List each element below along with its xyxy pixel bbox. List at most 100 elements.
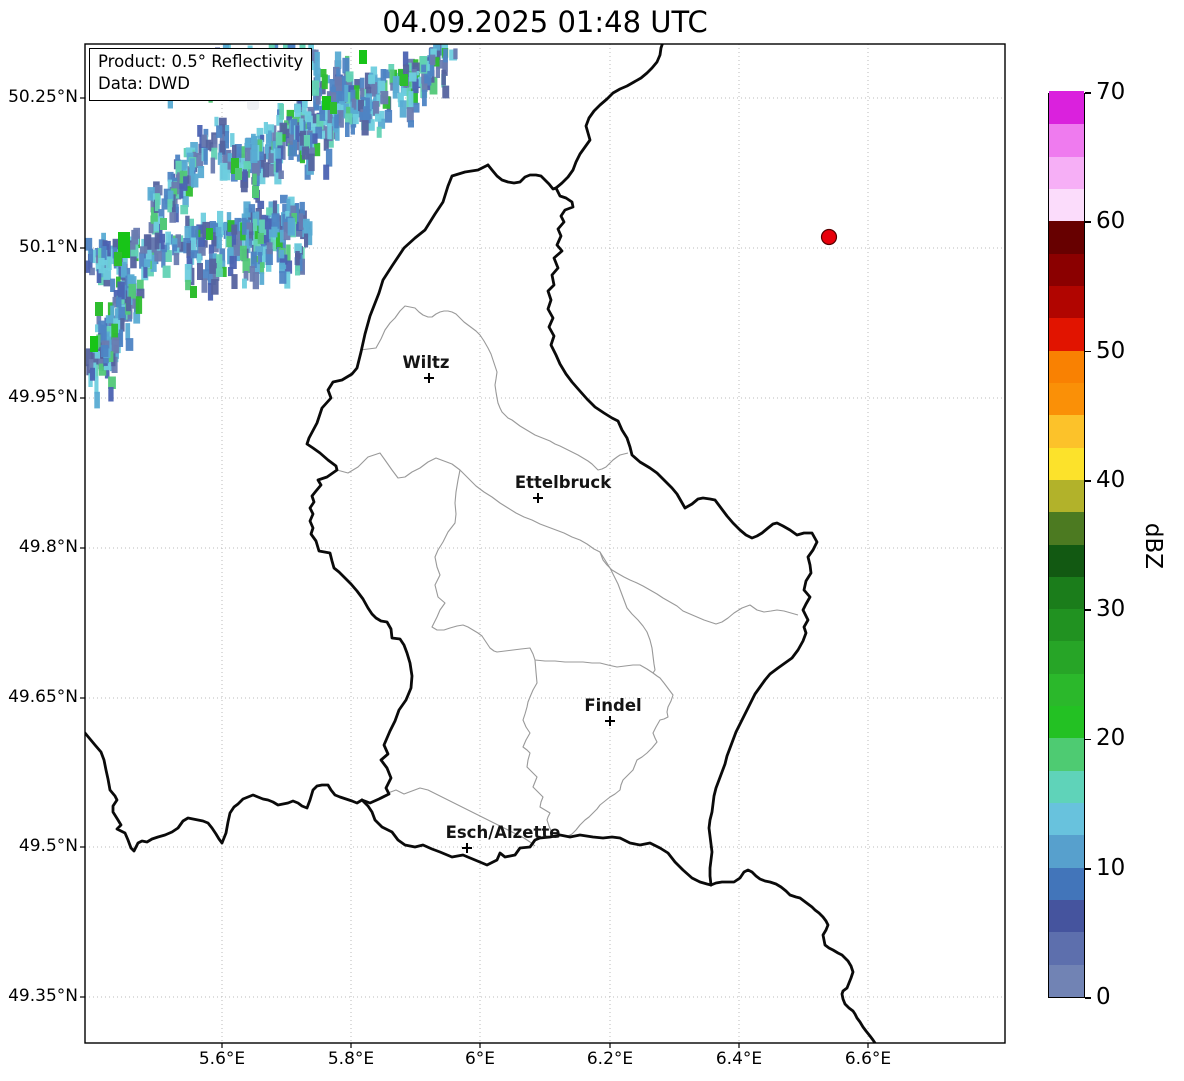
echo-cell: [242, 278, 247, 289]
colorbar-segment: [1049, 543, 1084, 577]
echo-cell: [189, 158, 195, 171]
colorbar-segment: [1049, 673, 1084, 707]
colorbar-segment: [1049, 608, 1084, 642]
echo-cell: [279, 249, 285, 259]
echo-cell: [90, 367, 95, 381]
echo-cell: [286, 198, 291, 213]
y-tick-label: 49.95°N: [8, 387, 78, 407]
y-tick-label: 49.8°N: [18, 537, 78, 557]
echo-cell: [214, 116, 219, 127]
colorbar-tick-mark: [1085, 867, 1091, 870]
echo-cell: [384, 110, 393, 123]
echo-cell: [336, 68, 341, 77]
radar-site-dot: [820, 228, 838, 246]
echo-cell: [325, 148, 333, 167]
echo-cell: [402, 51, 409, 67]
echo-cell: [271, 213, 280, 229]
x-tick-label: 5.6°E: [198, 1049, 246, 1069]
echo-cell: [314, 67, 321, 83]
echo-cell: [190, 173, 199, 188]
echo-cell: [222, 222, 227, 231]
echo-cell: [133, 312, 141, 324]
echo-cell-strong: [252, 186, 259, 198]
echo-cell: [111, 337, 120, 354]
x-tick-label: 6°E: [464, 1049, 496, 1069]
echo-cell: [128, 283, 136, 299]
echo-cell: [172, 244, 178, 252]
echo-cell: [250, 149, 258, 163]
echo-cell: [167, 199, 172, 213]
colorbar-axis-label: dBZ: [1140, 522, 1166, 570]
echo-cell: [130, 242, 136, 250]
echo-cell: [125, 323, 131, 341]
colorbar-segment: [1049, 446, 1084, 480]
echo-cell: [314, 51, 320, 70]
echo-cell: [215, 268, 223, 277]
colorbar-segment: [1049, 576, 1084, 610]
echo-cell: [312, 80, 319, 96]
echo-cell: [392, 76, 400, 94]
echo-cell: [250, 251, 257, 268]
map-plot: Wiltz Ettelbruck Findel Esch/Alzette: [80, 43, 1006, 1048]
echo-cell: [453, 48, 458, 60]
x-tick-label: 5.8°E: [327, 1049, 375, 1069]
echo-cell: [249, 266, 255, 282]
echo-cell: [94, 351, 100, 359]
echo-cell: [161, 250, 166, 268]
echo-cell: [130, 256, 137, 269]
echo-cell: [197, 166, 205, 179]
echo-cell: [94, 391, 100, 409]
echo-cell: [372, 101, 380, 116]
echo-cell: [184, 264, 192, 282]
echo-cell: [303, 135, 310, 149]
echo-cell: [173, 252, 180, 266]
echo-cell: [295, 125, 300, 142]
y-tick-label: 49.5°N: [18, 836, 78, 856]
echo-cell: [209, 258, 217, 274]
y-tick-label: 49.35°N: [8, 986, 78, 1006]
x-tick-label: 6.2°E: [586, 1049, 634, 1069]
echo-cell-strong: [190, 286, 197, 298]
echo-cell: [327, 123, 332, 140]
echo-cell: [251, 136, 258, 152]
echo-cell: [299, 118, 304, 133]
echo-cell: [268, 153, 274, 163]
echo-cell: [242, 258, 251, 273]
echo-cell: [257, 200, 265, 209]
colorbar-segment: [1049, 414, 1084, 448]
echo-cell: [346, 74, 352, 83]
echo-cell: [392, 91, 398, 99]
echo-cell: [219, 162, 228, 181]
echo-cell: [408, 72, 417, 82]
echo-cell-strong: [160, 218, 167, 230]
echo-cell-strong: [206, 228, 213, 240]
echo-cell: [275, 132, 283, 148]
colorbar-tick-label: 30: [1096, 596, 1126, 623]
colorbar-tick-mark: [1085, 738, 1091, 741]
echo-cell: [169, 211, 176, 223]
colorbar-segment: [1049, 350, 1084, 383]
echo-cell: [148, 222, 154, 234]
info-box: Product: 0.5° Reflectivity Data: DWD: [89, 48, 313, 101]
echo-cell: [334, 51, 342, 69]
echo-cell: [368, 74, 376, 84]
echo-cell: [304, 233, 309, 248]
colorbar-tick-mark: [1085, 997, 1091, 999]
echo-cell: [259, 272, 265, 285]
echo-cell: [230, 133, 235, 147]
echo-cell: [231, 224, 238, 235]
echo-cell: [219, 140, 226, 155]
echo-cell: [248, 204, 256, 213]
info-data-line: Data: DWD: [98, 74, 190, 94]
echo-cell: [179, 183, 184, 199]
echo-cell: [292, 139, 297, 157]
colorbar-tick-label: 70: [1096, 79, 1126, 105]
y-tick-label: 50.1°N: [18, 237, 78, 257]
echo-cell: [430, 54, 436, 66]
echo-cell: [298, 213, 304, 230]
colorbar-tick-mark: [1085, 92, 1091, 94]
echo-cell: [275, 158, 282, 173]
echo-cell: [161, 198, 168, 210]
echo-cell: [216, 125, 223, 138]
colorbar-segment: [1049, 737, 1084, 771]
